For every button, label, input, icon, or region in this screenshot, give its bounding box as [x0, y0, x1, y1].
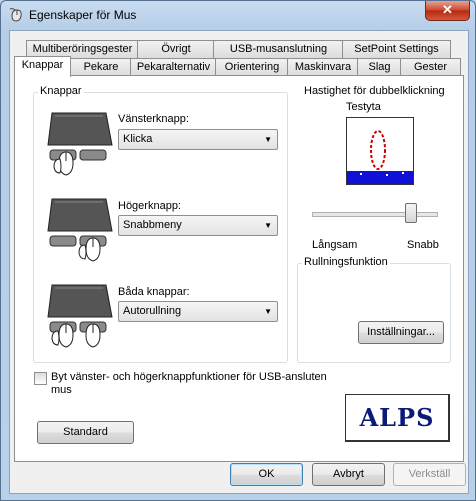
- alps-logo-box: ALPS: [345, 394, 450, 442]
- speed-fast-label: Snabb: [407, 239, 439, 251]
- tab-buttons[interactable]: Knappar: [14, 56, 71, 77]
- standard-button[interactable]: Standard: [37, 421, 134, 444]
- apply-button[interactable]: Verkställ: [393, 463, 466, 486]
- alps-logo-text: ALPS: [359, 403, 435, 432]
- scroll-function-title: Rullningsfunktion: [302, 256, 390, 268]
- double-click-speed-title: Hastighet för dubbelklickning: [302, 85, 447, 97]
- tab-pointer-options[interactable]: Pekaralternativ: [130, 58, 217, 76]
- right-button-select[interactable]: Snabbmeny ▼: [118, 215, 278, 236]
- mouse-right-click-illustration: [47, 198, 113, 262]
- swap-buttons-label-line2: mus: [51, 384, 72, 396]
- tab-pointer[interactable]: Pekare: [70, 58, 132, 76]
- tab-orientation[interactable]: Orientering: [215, 58, 289, 76]
- double-click-speed-track: [312, 212, 438, 217]
- test-area-label: Testyta: [346, 101, 381, 113]
- chevron-down-icon: ▼: [264, 221, 272, 230]
- close-button[interactable]: ✕: [425, 1, 470, 21]
- both-buttons-value: Autorullning: [123, 305, 182, 317]
- scroll-settings-button[interactable]: Inställningar...: [358, 321, 444, 344]
- tab-misc[interactable]: Övrigt: [137, 40, 215, 58]
- buttons-group: Knappar Vänsterknapp: Klicka ▼ Högerknap…: [33, 85, 288, 363]
- cancel-button[interactable]: Avbryt: [312, 463, 385, 486]
- left-button-value: Klicka: [123, 133, 153, 145]
- speed-slow-label: Långsam: [312, 239, 358, 251]
- title-bar: Egenskaper för Mus ✕: [1, 1, 475, 29]
- double-click-speed-slider[interactable]: [405, 203, 418, 223]
- double-click-test-area[interactable]: [346, 117, 414, 185]
- tab-strokes[interactable]: Slag: [357, 58, 402, 76]
- mouse-both-click-illustration: [47, 284, 113, 348]
- right-button-value: Snabbmeny: [123, 219, 182, 231]
- buttons-tab-panel: Knappar Vänsterknapp: Klicka ▼ Högerknap…: [14, 75, 464, 462]
- both-buttons-label: Båda knappar:: [118, 286, 190, 298]
- ok-button[interactable]: OK: [230, 463, 303, 486]
- tab-usb-connection[interactable]: USB-musanslutning: [213, 40, 344, 58]
- tab-hardware[interactable]: Maskinvara: [287, 58, 359, 76]
- tab-setpoint-settings[interactable]: SetPoint Settings: [342, 40, 451, 58]
- close-icon: ✕: [442, 2, 453, 17]
- left-button-label: Vänsterknapp:: [118, 113, 189, 125]
- dialog-client-area: Multiberöringsgester Övrigt USB-musanslu…: [9, 30, 469, 494]
- double-click-speed-group: Hastighet för dubbelklickning Testyta Lå…: [297, 85, 451, 254]
- chevron-down-icon: ▼: [264, 135, 272, 144]
- chevron-down-icon: ▼: [264, 307, 272, 316]
- right-button-label: Högerknapp:: [118, 200, 181, 212]
- buttons-group-title: Knappar: [38, 85, 84, 97]
- mouse-icon: [9, 8, 22, 22]
- tab-gestures[interactable]: Gester: [400, 58, 461, 76]
- mouse-left-click-illustration: [47, 112, 113, 176]
- mouse-properties-window: Egenskaper för Mus ✕ Multiberöringsgeste…: [0, 0, 476, 501]
- swap-buttons-label-line1: Byt vänster- och högerknappfunktioner fö…: [51, 371, 327, 383]
- left-button-select[interactable]: Klicka ▼: [118, 129, 278, 150]
- scroll-function-group: Rullningsfunktion Inställningar...: [297, 256, 451, 363]
- both-buttons-select[interactable]: Autorullning ▼: [118, 301, 278, 322]
- swap-buttons-checkbox[interactable]: [34, 372, 47, 385]
- window-title: Egenskaper för Mus: [29, 8, 137, 22]
